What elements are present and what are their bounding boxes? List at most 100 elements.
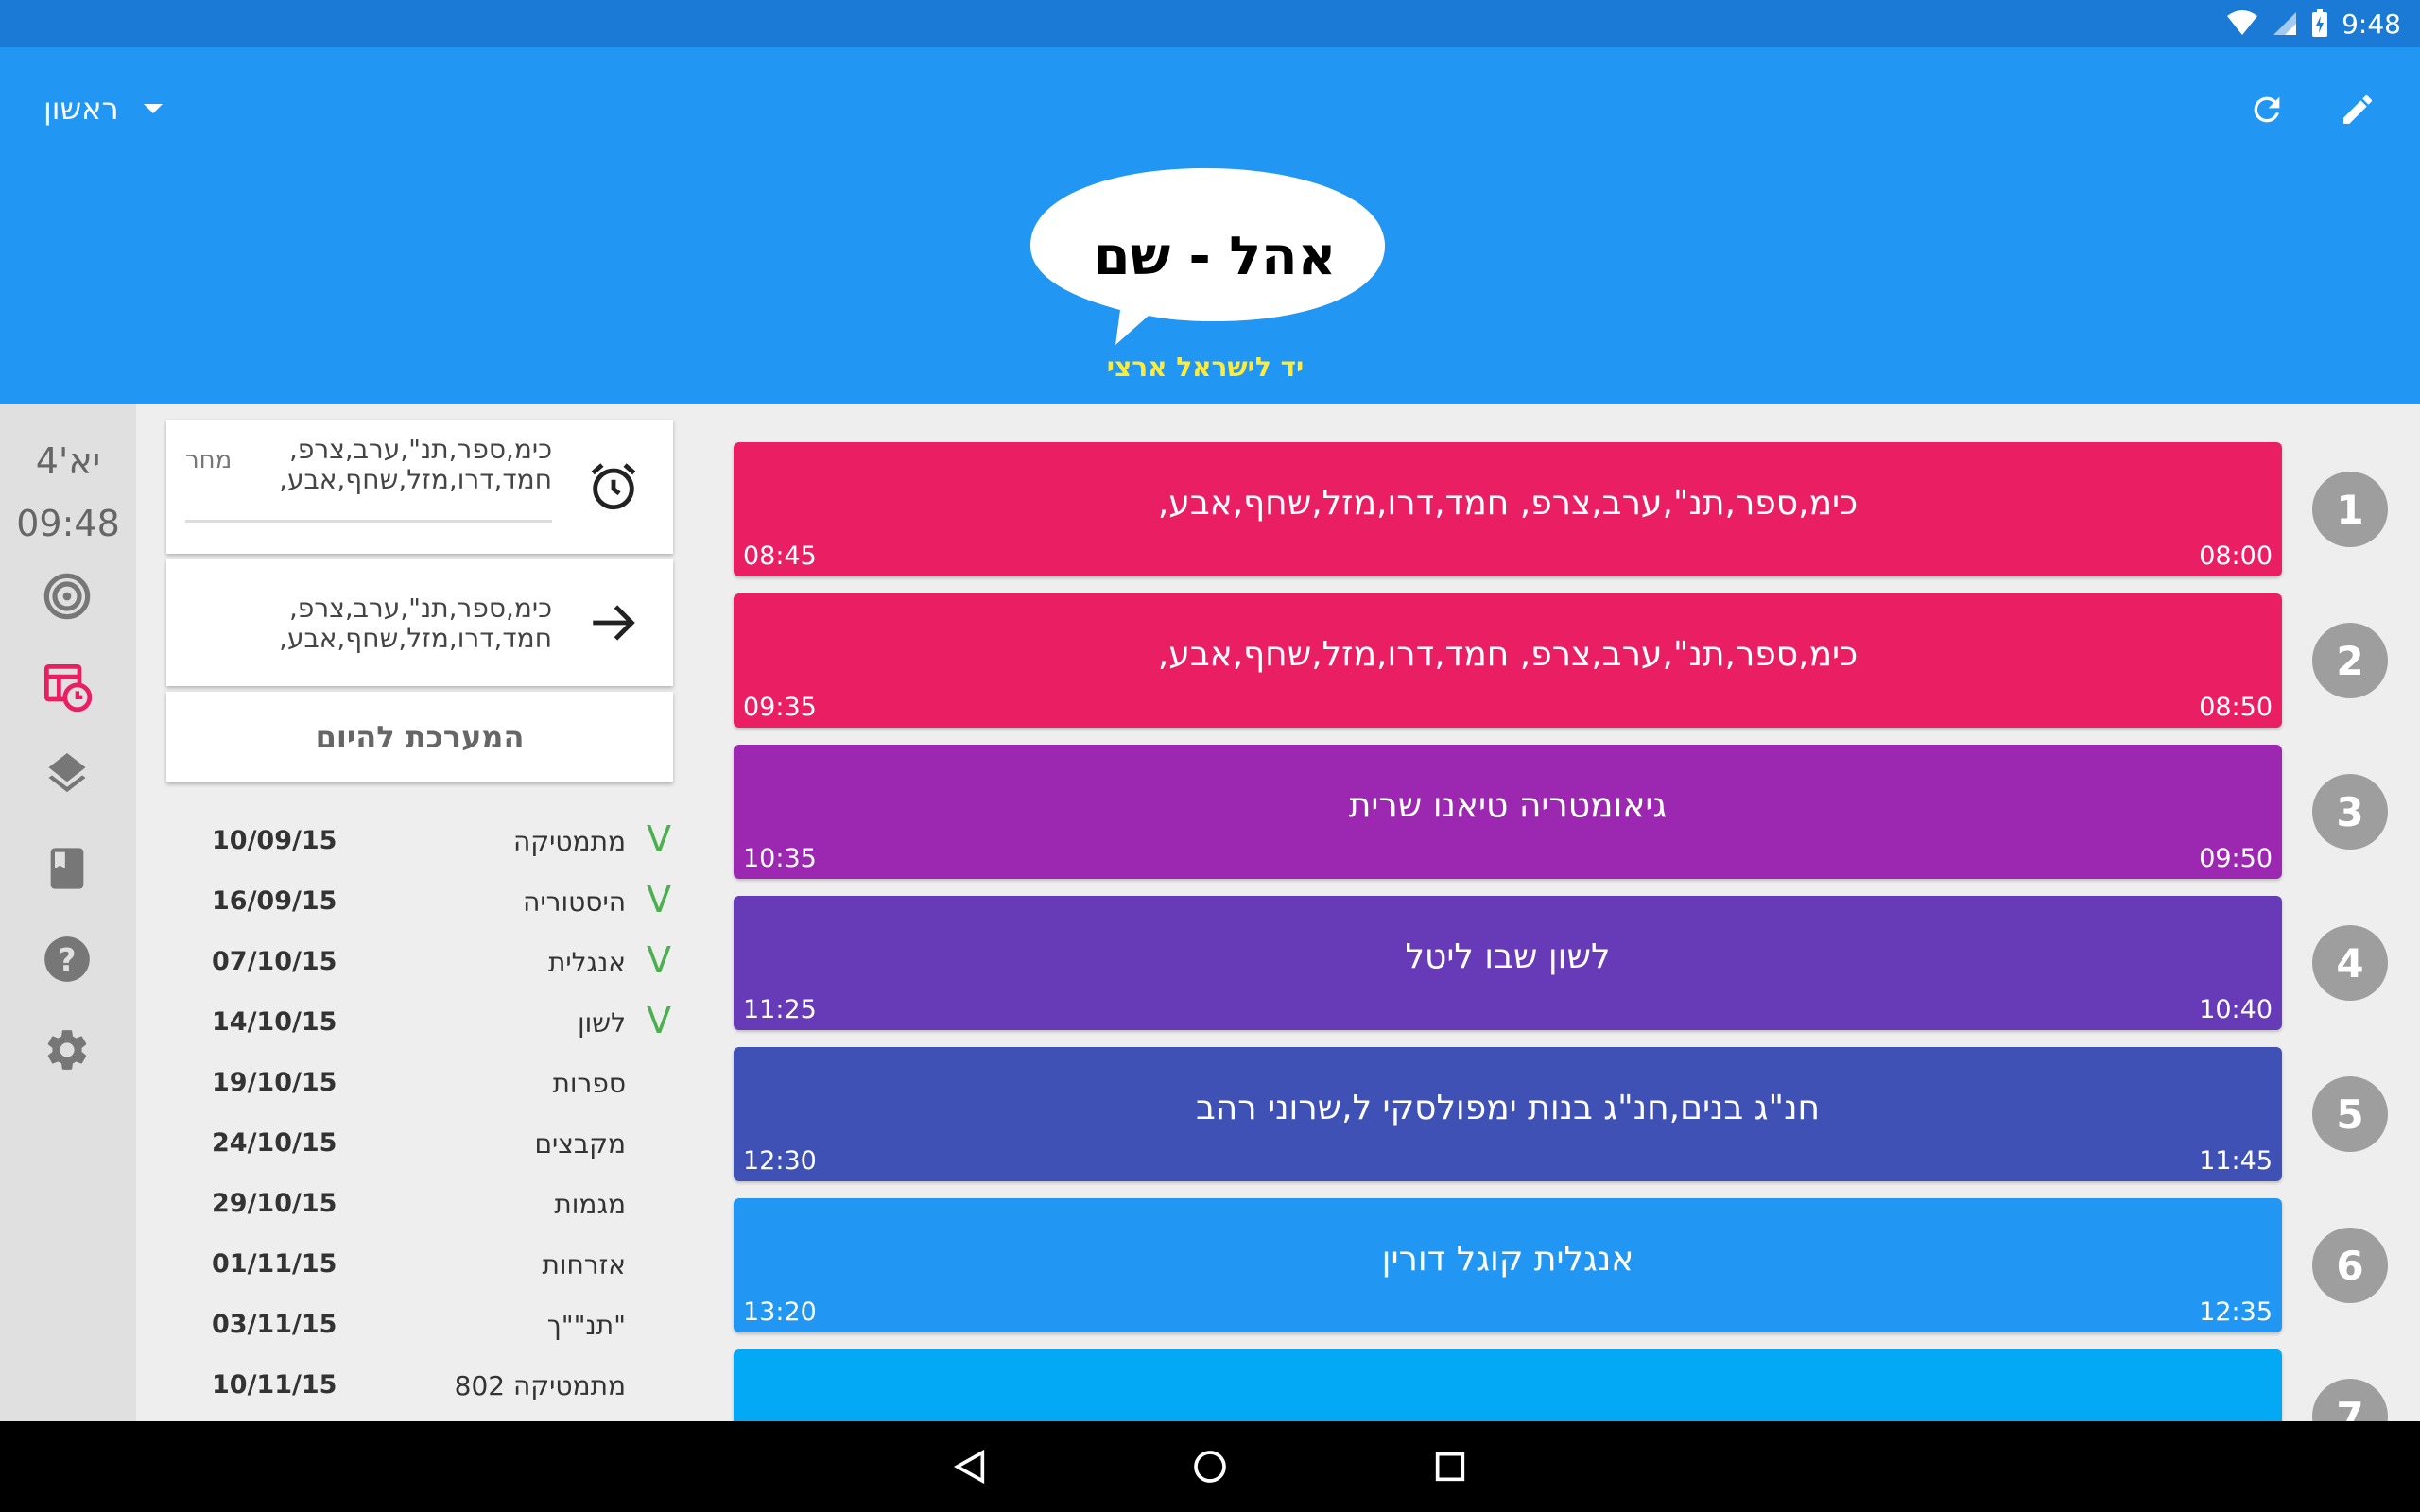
lesson-card[interactable]: חנ"ג בנים,חנ"ג בנות ימפולסקי ל,שרוני רהב… [734,1047,2282,1181]
exam-row[interactable]: 19/10/15 ספרות [166,1055,673,1115]
lesson-title: כימ,ספר,תנ",ערב,צרפ, חמד,דרו,מזל,שחף,אבע… [1157,635,1858,674]
lesson-card[interactable]: לשון שבו ליטל 11:25 10:40 [734,896,2282,1030]
exam-subject: אנגלית [547,947,626,978]
layers-icon [48,753,86,793]
logo-text: אהל - שם [1094,226,1337,287]
next-line-1: כימ,ספר,תנ",ערב,צרפ, [289,593,552,624]
rail-date: יא'4 [35,440,101,482]
rail-item-book[interactable] [40,841,95,896]
tomorrow-card[interactable]: מחר כימ,ספר,תנ",ערב,צרפ, חמד,דרו,מזל,שחף… [166,420,673,554]
lesson-card[interactable]: כימ,ספר,תנ",ערב,צרפ, חמד,דרו,מזל,שחף,אבע… [734,593,2282,728]
lesson-card[interactable]: כימ,ספר,תנ",ערב,צרפ, חמד,דרו,מזל,שחף,אבע… [734,442,2282,576]
exam-row[interactable]: 07/10/15 אנגלית V [166,934,673,994]
chevron-down-icon [143,104,163,113]
edit-icon [2343,94,2373,124]
lesson-title: אנגלית קוגל דורין [1381,1240,1634,1279]
home-icon [1194,1451,1226,1483]
exam-row[interactable]: 10/09/15 מתמטיקה V [166,813,673,873]
back-icon [953,1449,985,1485]
lesson-end-time: 08:45 [743,541,817,571]
exam-date: 19/10/15 [212,1068,337,1097]
period-number: 2 [2312,623,2388,698]
recents-button[interactable] [1424,1440,1477,1493]
check-icon: V [647,818,671,860]
system-nav-bar [0,1421,2420,1512]
exam-subject: מתמטיקה [512,826,626,857]
rail-time: 09:48 [16,503,120,544]
exam-row[interactable]: 03/11/15 "תנ""ך [166,1297,673,1357]
rail-item-help[interactable]: ? [40,932,95,987]
exam-date: 16/09/15 [212,886,337,916]
status-icons: 9:48 [2226,0,2401,47]
exam-date: 03/11/15 [212,1310,337,1339]
exam-subject: אזרחות [542,1249,626,1280]
divider [185,520,552,523]
exam-subject: מתמטיקה 802 [454,1370,626,1401]
lesson-start-time: 08:00 [2199,541,2273,571]
lesson-title: גיאומטריה טיאנו שרית [1348,786,1668,825]
next-line-2: חמד,דרו,מזל,שחף,אבע, [279,623,552,654]
rail-item-layers[interactable] [40,750,95,805]
school-logo: אהל - שם יד לישראל ארצי [1026,151,1385,387]
rail-item-settings[interactable] [40,1022,95,1077]
tomorrow-line-2: חמד,דרו,מזל,שחף,אבע, [279,464,552,495]
lesson-end-time: 12:30 [743,1146,817,1176]
lesson-card[interactable]: אנגלית קוגל דורין 13:20 12:35 [734,1198,2282,1332]
tomorrow-label: מחר [185,446,233,474]
recents-icon [1435,1452,1465,1482]
alarm-icon [584,457,643,516]
today-schedule-button[interactable]: המערכת להיום [166,692,673,782]
home-button[interactable] [1184,1440,1236,1493]
lesson-end-time: 11:25 [743,995,817,1024]
battery-charging-icon [2312,9,2328,37]
rail-item-timetable[interactable] [40,660,95,714]
lesson-start-time: 08:50 [2199,693,2273,722]
exam-row[interactable]: 24/10/15 מקבצים [166,1115,673,1176]
next-lessons-card[interactable]: כימ,ספר,תנ",ערב,צרפ, חמד,דרו,מזל,שחף,אבע… [166,559,673,686]
speech-bubble-logo: אהל - שם [1030,168,1385,345]
day-selector-label: ראשון [43,91,119,127]
rail-item-target[interactable] [40,569,95,624]
lesson-end-time: 09:35 [743,693,817,722]
status-bar: 9:48 [0,0,2420,47]
exam-date: 01/11/15 [212,1249,337,1279]
exam-row[interactable]: 10/11/15 מתמטיקה 802 [166,1357,673,1418]
exam-subject: "תנ""ך [546,1310,626,1341]
lesson-card[interactable]: גיאומטריה טיאנו שרית 10:35 09:50 [734,745,2282,879]
exam-date: 24/10/15 [212,1128,337,1158]
exam-row[interactable]: 16/09/15 היסטוריה V [166,873,673,934]
lesson-start-time: 09:50 [2199,844,2273,873]
signal-icon [2273,12,2297,35]
timetable-icon [43,663,92,712]
refresh-icon [2254,96,2280,123]
exam-row[interactable]: 29/10/15 מגמות [166,1176,673,1236]
edit-button[interactable] [2331,83,2384,136]
book-icon [50,848,84,889]
lesson-title: כימ,ספר,תנ",ערב,צרפ, חמד,דרו,מזל,שחף,אבע… [1157,484,1858,523]
exam-date: 10/11/15 [212,1370,337,1400]
exam-subject: היסטוריה [523,886,626,918]
check-icon: V [647,939,671,981]
exam-subject: מגמות [554,1189,626,1220]
exam-row[interactable]: 14/10/15 לשון V [166,994,673,1055]
period-number: 5 [2312,1076,2388,1152]
period-number: 6 [2312,1228,2388,1303]
exam-date: 14/10/15 [212,1007,337,1037]
today-schedule-card[interactable]: המערכת להיום [166,692,673,782]
settings-icon [47,1030,87,1070]
exam-subject: לשון [577,1007,626,1039]
day-selector[interactable]: ראשון [43,85,163,132]
lesson-start-time: 12:35 [2199,1297,2273,1327]
period-number: 3 [2312,774,2388,850]
exam-subject: ספרות [552,1068,627,1099]
exam-date: 07/10/15 [212,947,337,976]
svg-text:?: ? [59,942,77,978]
lesson-start-time: 11:45 [2199,1146,2273,1176]
tomorrow-line-1: כימ,ספר,תנ",ערב,צרפ, [289,434,552,465]
back-button[interactable] [943,1440,996,1493]
wifi-icon [2227,10,2258,35]
refresh-button[interactable] [2240,83,2293,136]
navigation-rail: יא'4 09:48 ? [0,404,136,1421]
lesson-title: לשון שבו ליטל [1405,937,1611,976]
exam-row[interactable]: 01/11/15 אזרחות [166,1236,673,1297]
